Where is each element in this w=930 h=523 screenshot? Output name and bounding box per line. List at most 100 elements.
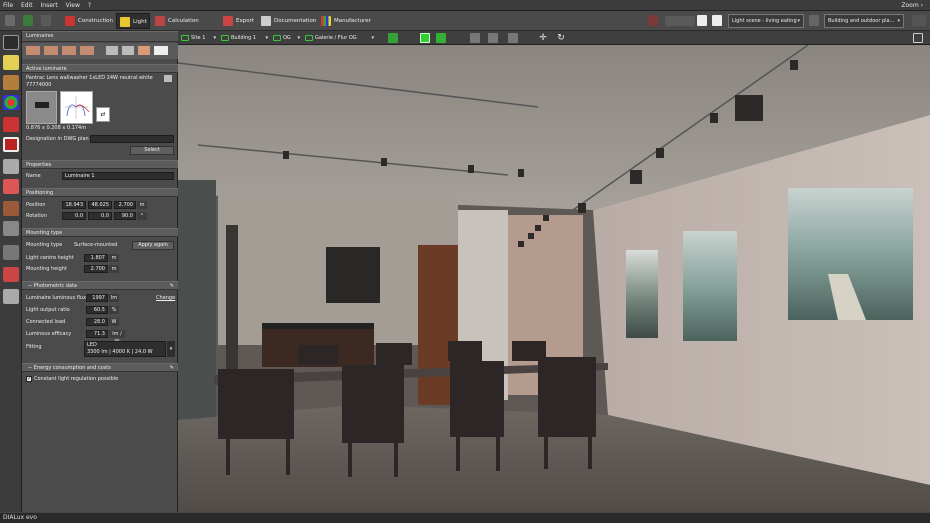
scene-icon[interactable]: [3, 245, 19, 260]
save-icon[interactable]: [23, 15, 33, 26]
menu-help[interactable]: ?: [85, 0, 94, 11]
position-x-field[interactable]: 18.943: [62, 201, 86, 209]
name-label: Name: [26, 173, 41, 179]
lamp-icon[interactable]: [3, 75, 19, 90]
name-field[interactable]: Luminaire 1: [62, 172, 174, 180]
arrange-field-icon[interactable]: [44, 46, 58, 55]
tab-documentation[interactable]: Documentation: [258, 13, 317, 29]
mounting-type-label: Mounting type: [26, 242, 63, 248]
align-icon[interactable]: [3, 289, 19, 304]
position-z-field[interactable]: 2.700: [114, 201, 136, 209]
pan-icon[interactable]: ✛: [538, 33, 548, 43]
fitting-box[interactable]: LED 3300 lm | 4000 K | 24.0 W: [84, 341, 166, 357]
3d-viewport[interactable]: [178, 45, 930, 512]
color-icon[interactable]: [3, 95, 19, 110]
undo-icon[interactable]: [41, 15, 51, 26]
new-project-icon[interactable]: [5, 15, 15, 26]
section-icon[interactable]: [508, 33, 518, 43]
arrangement-icon[interactable]: [3, 117, 19, 132]
tab-construction[interactable]: Construction: [62, 13, 114, 29]
pin-icon[interactable]: ✎: [170, 364, 174, 372]
export-icon: [223, 16, 233, 26]
move-icon[interactable]: [106, 46, 118, 55]
ldc-diagram[interactable]: [60, 91, 93, 124]
tools-icon[interactable]: [3, 159, 19, 174]
load-unit: W: [109, 318, 119, 326]
change-link[interactable]: Change: [156, 294, 175, 302]
rotation-label: Rotation: [26, 213, 47, 219]
zoom-menu[interactable]: Zoom ›: [898, 0, 926, 11]
bulb-icon[interactable]: [3, 55, 19, 70]
fitting-label: Fitting: [26, 344, 42, 350]
ruler-icon[interactable]: [912, 15, 926, 26]
mounting-height-label: Mounting height: [26, 266, 67, 272]
tab-calculation-objects[interactable]: Calculation objects: [152, 13, 218, 40]
panel-toolbar: [22, 43, 178, 59]
designation-field[interactable]: [90, 135, 174, 143]
delete-icon[interactable]: [712, 15, 722, 26]
storey-select[interactable]: OG: [272, 33, 302, 43]
tab-label: Documentation: [274, 18, 317, 24]
pin-icon[interactable]: ✎: [170, 282, 174, 290]
rotation-y-field[interactable]: 0.0: [88, 212, 112, 220]
building-select[interactable]: Building and outdoor pla...: [824, 14, 904, 28]
group-icon[interactable]: [3, 201, 19, 216]
menu-insert[interactable]: Insert: [38, 0, 61, 11]
replace-luminaire-icon[interactable]: ⇄: [96, 107, 110, 122]
lor-unit: %: [109, 306, 119, 314]
tab-manufacturer[interactable]: Manufacturer: [318, 13, 371, 29]
scene-settings-icon[interactable]: [809, 15, 819, 26]
menu-edit[interactable]: Edit: [18, 0, 36, 11]
control-icon[interactable]: [3, 221, 19, 236]
remove-icon[interactable]: [697, 15, 707, 26]
centre-height-field[interactable]: 1.807: [84, 254, 108, 262]
tab-export[interactable]: Export: [220, 13, 256, 29]
artwork-medium: [683, 231, 737, 341]
arrange-polygon-icon[interactable]: [80, 46, 94, 55]
edit-icon[interactable]: [3, 179, 19, 194]
energy-header[interactable]: − Energy consumption and costs ✎: [22, 363, 178, 372]
document-icon[interactable]: [154, 46, 168, 55]
rotate-icon[interactable]: [122, 46, 134, 55]
select-button[interactable]: Select: [130, 146, 174, 155]
luminaire-image[interactable]: [26, 91, 57, 124]
arrange-circle-icon[interactable]: [62, 46, 76, 55]
lor-label: Light output ratio: [26, 307, 70, 313]
luminaire-tool-icon[interactable]: [3, 35, 19, 50]
view-mode-icon[interactable]: [436, 33, 446, 43]
apply-again-button[interactable]: Apply again: [132, 241, 174, 250]
mounting-header: Mounting type: [22, 228, 178, 237]
fitting-dropdown-icon[interactable]: ▾: [167, 341, 175, 357]
properties-header: Properties: [22, 160, 178, 169]
rotation-x-field[interactable]: 0.0: [62, 212, 86, 220]
menu-file[interactable]: File: [0, 0, 16, 11]
info-icon[interactable]: [164, 75, 172, 82]
room-icon[interactable]: [3, 137, 19, 152]
orbit-icon[interactable]: ↻: [556, 33, 566, 43]
position-y-field[interactable]: 48.025: [88, 201, 112, 209]
active-luminaire-header: Active luminaire: [22, 64, 178, 73]
view-2d-icon[interactable]: [388, 33, 398, 43]
zoom-extents-icon[interactable]: [470, 33, 480, 43]
monitor-icon[interactable]: [913, 33, 923, 43]
arrange-line-icon[interactable]: [26, 46, 40, 55]
site-select[interactable]: Site 1: [180, 33, 218, 43]
storey-icon: [273, 35, 281, 41]
building-level-select[interactable]: Building 1: [220, 33, 270, 43]
constant-light-checkbox[interactable]: ✓: [26, 376, 32, 382]
grid-icon[interactable]: [3, 267, 19, 282]
room-label: Galerie / Flur OG: [315, 35, 357, 41]
luminaire-list-icon[interactable]: [648, 15, 658, 26]
panel-title: Luminaires: [22, 31, 178, 42]
mounting-height-field[interactable]: 2.700: [84, 265, 108, 273]
room-select[interactable]: Galerie / Flur OG: [304, 33, 376, 43]
photometric-header[interactable]: − Photometric data ✎: [22, 281, 178, 290]
light-scene-select[interactable]: Light scene - living eating: [728, 14, 804, 28]
rotation-z-field[interactable]: 90.0: [114, 212, 136, 220]
camera-icon[interactable]: [488, 33, 498, 43]
menu-view[interactable]: View: [63, 0, 83, 11]
tab-light[interactable]: Light: [116, 13, 150, 29]
aim-icon[interactable]: [138, 46, 150, 55]
view-3d-icon[interactable]: [420, 33, 430, 43]
position-label: Position: [26, 202, 46, 208]
